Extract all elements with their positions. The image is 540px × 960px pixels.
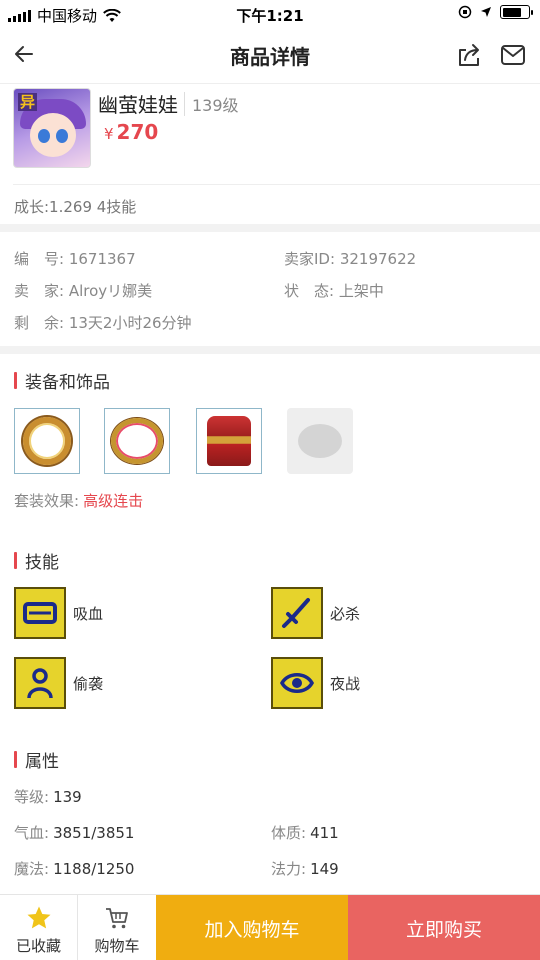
sword-icon <box>271 587 323 639</box>
skill-item[interactable]: 夜战 <box>271 657 360 709</box>
battery-icon <box>500 5 533 19</box>
attr-hp: 气血: 3851/3851 <box>14 822 134 843</box>
section-gap <box>0 346 540 354</box>
info-seller: 卖 家: Alroyリ娜美 <box>14 280 152 301</box>
sneak-icon <box>14 657 66 709</box>
skill-item[interactable]: 必杀 <box>271 587 360 639</box>
info-number-value: 1671367 <box>68 250 136 268</box>
info-seller-value: Alroyリ娜美 <box>68 282 153 300</box>
cart-label: 购物车 <box>94 937 140 955</box>
ring-icon <box>23 417 71 465</box>
growth-info: 成长:1.269 4技能 <box>14 198 137 216</box>
armor-icon <box>207 416 251 466</box>
attr-con-label: 体质: <box>271 824 307 842</box>
info-remaining-label: 剩 余: <box>14 314 65 332</box>
info-number: 编 号: 1671367 <box>14 248 136 269</box>
favorite-label: 已收藏 <box>15 937 61 955</box>
skill-label: 吸血 <box>73 604 104 623</box>
cart-button[interactable]: 购物车 <box>78 895 156 960</box>
skill-item[interactable]: 吸血 <box>14 587 103 639</box>
navigation-bar: 商品详情 <box>0 28 540 84</box>
empty-slot-icon <box>298 424 342 458</box>
cart-icon <box>106 908 128 929</box>
bottom-action-bar: 已收藏 购物车 加入购物车 立即购买 <box>0 894 540 960</box>
skill-label: 夜战 <box>330 674 361 693</box>
skill-item[interactable]: 偷袭 <box>14 657 103 709</box>
location-icon <box>481 7 491 17</box>
price-value: 270 <box>116 120 159 144</box>
skill-label: 偷袭 <box>73 674 104 693</box>
necklace-icon <box>111 418 163 464</box>
info-seller-id: 卖家ID: 32197622 <box>284 248 416 269</box>
attr-level-label: 等级: <box>14 788 50 806</box>
attributes-title-text: 属性 <box>25 752 59 772</box>
info-seller-label: 卖 家: <box>14 282 65 300</box>
buy-now-button[interactable]: 立即购买 <box>348 895 540 960</box>
equipment-slot-empty[interactable] <box>287 408 353 474</box>
set-effect-label: 套装效果: <box>14 492 80 510</box>
share-icon[interactable] <box>456 42 482 68</box>
favorite-button[interactable]: 已收藏 <box>0 895 78 960</box>
drain-icon <box>14 587 66 639</box>
attr-mag-label: 法力: <box>271 860 307 878</box>
attr-con-value: 411 <box>310 824 339 842</box>
equipment-slot-necklace[interactable] <box>104 408 170 474</box>
attr-mp-label: 魔法: <box>14 860 50 878</box>
equipment-slot-armor[interactable] <box>196 408 262 474</box>
avatar-tag: 异 <box>18 93 38 111</box>
mail-icon[interactable] <box>500 44 526 66</box>
status-bar: 中国移动 下午1:21 <box>0 0 540 28</box>
info-seller-id-label: 卖家ID: <box>284 250 336 268</box>
info-status-value: 上架中 <box>338 282 384 300</box>
attr-hp-value: 3851/3851 <box>53 824 135 842</box>
trade-info: 编 号: 1671367 卖家ID: 32197622 卖 家: Alroyリ娜… <box>0 232 540 346</box>
info-number-label: 编 号: <box>14 250 65 268</box>
product-price: ¥270 <box>104 120 158 144</box>
product-name: 幽萤娃娃 <box>98 93 178 117</box>
eye-icon <box>271 657 323 709</box>
attr-level: 等级: 139 <box>14 786 82 807</box>
attr-mp-value: 1188/1250 <box>53 860 135 878</box>
orientation-lock-icon <box>458 5 472 19</box>
attr-hp-label: 气血: <box>14 824 50 842</box>
star-icon <box>27 906 51 929</box>
set-effect-value: 高级连击 <box>83 492 144 510</box>
skills-title-text: 技能 <box>25 553 59 573</box>
section-gap <box>0 224 540 232</box>
info-status: 状 态: 上架中 <box>284 280 384 301</box>
skills-section-title: 技能 <box>14 548 59 573</box>
attr-mp: 魔法: 1188/1250 <box>14 858 134 879</box>
currency-symbol: ¥ <box>104 125 114 143</box>
set-effect: 套装效果: 高级连击 <box>14 490 143 511</box>
equipment-section-title: 装备和饰品 <box>14 368 110 393</box>
equipment-title-text: 装备和饰品 <box>25 373 110 393</box>
info-remaining: 剩 余: 13天2小时26分钟 <box>14 312 192 333</box>
info-remaining-value: 13天2小时26分钟 <box>68 314 192 332</box>
attr-level-value: 139 <box>53 788 82 806</box>
pet-avatar: 异 <box>13 88 91 168</box>
product-level: 139级 <box>184 92 239 116</box>
attributes-section-title: 属性 <box>14 747 59 772</box>
skill-label: 必杀 <box>330 604 361 623</box>
info-status-label: 状 态: <box>284 282 335 300</box>
divider <box>13 184 540 185</box>
attr-con: 体质: 411 <box>271 822 339 843</box>
attr-mag-value: 149 <box>310 860 339 878</box>
add-to-cart-button[interactable]: 加入购物车 <box>156 895 348 960</box>
info-seller-id-value: 32197622 <box>339 250 417 268</box>
attr-mag: 法力: 149 <box>271 858 339 879</box>
equipment-slot-ring[interactable] <box>14 408 80 474</box>
product-header: 异 幽萤娃娃 139级 ¥270 成长:1.269 4技能 <box>0 84 540 224</box>
